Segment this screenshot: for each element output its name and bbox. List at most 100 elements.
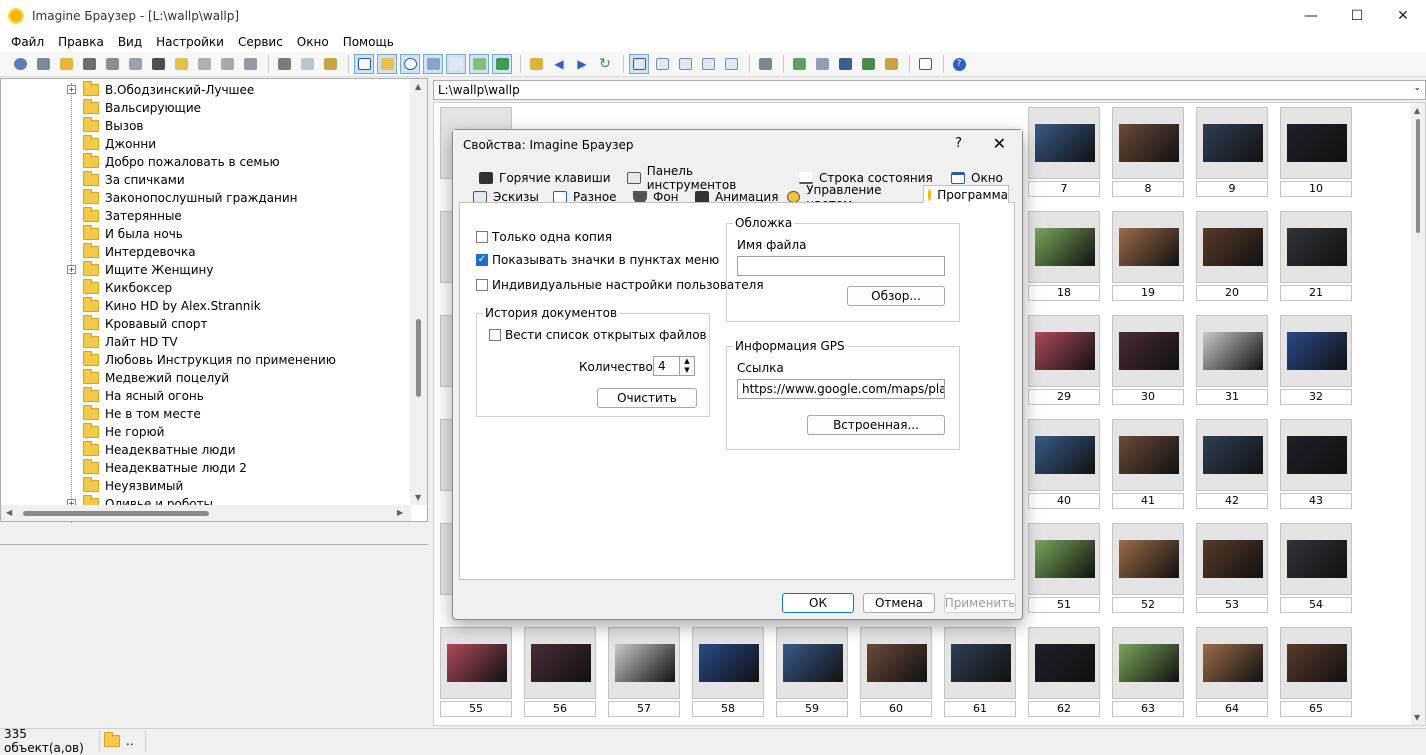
up-folder-icon[interactable] [526, 54, 546, 74]
thumbnail-label[interactable]: 9 [1196, 181, 1268, 197]
tree-item[interactable]: За спичками [83, 171, 185, 189]
tree-item[interactable]: Кино HD by Alex.Strannik [83, 297, 261, 315]
stepper-down-icon[interactable]: ▼ [680, 366, 694, 375]
maximize-button[interactable]: ☐ [1334, 0, 1380, 32]
tree-item[interactable]: Не горюй [83, 423, 164, 441]
thumbnail[interactable] [1196, 419, 1268, 491]
properties-icon[interactable] [240, 54, 260, 74]
scroll-right-icon[interactable]: ▶ [397, 508, 403, 517]
tree-item[interactable]: Интердевочка [83, 243, 196, 261]
checkbox[interactable] [476, 279, 488, 291]
thumbnails-view-icon[interactable] [629, 54, 649, 74]
individual-settings-checkbox[interactable]: Индивидуальные настройки пользователя [476, 278, 764, 292]
thumbnail-label[interactable]: 56 [524, 701, 596, 717]
tree-item[interactable]: Вальсирующие [83, 99, 201, 117]
monitor-icon[interactable] [835, 54, 855, 74]
thumbnail[interactable] [1196, 627, 1268, 699]
tree-item[interactable]: Любовь Инструкция по применению [83, 351, 336, 369]
tree-item[interactable]: Ищите Женщину [83, 261, 213, 279]
thumbnail[interactable] [1196, 107, 1268, 179]
menu-settings[interactable]: Настройки [149, 35, 231, 49]
details-view-icon[interactable] [721, 54, 741, 74]
builtin-button[interactable]: Встроенная... [807, 415, 945, 435]
tree-item[interactable]: На ясный огонь [83, 387, 204, 405]
link-input[interactable]: https://www.google.com/maps/place/<LA [737, 379, 945, 399]
thumbnail-label[interactable]: 20 [1196, 285, 1268, 301]
thumbnail-label[interactable]: 59 [776, 701, 848, 717]
single-instance-checkbox[interactable]: Только одна копия [476, 230, 612, 244]
menu-help[interactable]: Помощь [336, 35, 401, 49]
close-window-button[interactable]: ✕ [1380, 0, 1426, 32]
tree-vscroll-thumb[interactable] [416, 319, 421, 397]
thumbnail[interactable] [1196, 315, 1268, 387]
chevron-down-icon[interactable]: ⌄ [1413, 83, 1421, 93]
tree-item[interactable]: И была ночь [83, 225, 183, 243]
tree-hscroll-thumb[interactable] [23, 511, 209, 516]
scroll-up-icon[interactable]: ▲ [1414, 106, 1420, 115]
checkbox[interactable] [489, 329, 501, 341]
thumbnail[interactable] [1028, 211, 1100, 283]
thumbnail[interactable] [1112, 419, 1184, 491]
thumbnail[interactable] [1280, 523, 1352, 595]
large-icons-view-icon[interactable] [652, 54, 672, 74]
thumbnail[interactable] [1196, 211, 1268, 283]
folder-tree[interactable]: + В.Ободзинский-Лучшее Вальсирующие Вызов Дж… [0, 78, 428, 523]
scroll-up-icon[interactable]: ▲ [415, 82, 421, 91]
tree-item[interactable]: Вызов [83, 117, 144, 135]
scroll-left-icon[interactable]: ◀ [6, 508, 12, 517]
thumbnail-label[interactable]: 43 [1280, 493, 1352, 509]
tree-expand-icon[interactable]: + [67, 265, 76, 274]
thumbnail[interactable] [1028, 419, 1100, 491]
tree-item[interactable]: Лайт HD TV [83, 333, 178, 351]
small-icons-view-icon[interactable] [675, 54, 695, 74]
tree-expand-icon[interactable]: + [67, 85, 76, 94]
thumbnail[interactable] [1280, 315, 1352, 387]
help-button[interactable]: ? [955, 136, 962, 151]
thumbs-vertical-scrollbar[interactable]: ▲ ▼ [1411, 103, 1425, 725]
show-menu-icons-checkbox[interactable]: ✓ Показывать значки в пунктах меню [476, 253, 719, 267]
thumbnail-label[interactable]: 57 [608, 701, 680, 717]
tab-toolbar[interactable]: Панель инструментов [623, 164, 783, 192]
scroll-down-icon[interactable]: ▼ [415, 493, 421, 502]
paste-icon[interactable] [320, 54, 340, 74]
keep-history-checkbox[interactable]: Вести список открытых файлов [489, 328, 707, 342]
thumbnail[interactable] [944, 627, 1016, 699]
thumbnail-label[interactable]: 62 [1028, 701, 1100, 717]
thumbnail[interactable] [1112, 107, 1184, 179]
tree-item[interactable]: Неадекватные люди [83, 441, 236, 459]
tree-vertical-scrollbar[interactable]: ▲ ▼ [410, 79, 427, 505]
thumbnail[interactable] [1280, 419, 1352, 491]
thumbnail[interactable] [440, 627, 512, 699]
tree-item[interactable]: Кровавый спорт [83, 315, 207, 333]
tree-item[interactable]: Затерянные [83, 207, 182, 225]
thumbnail[interactable] [1112, 211, 1184, 283]
thumbnail-label[interactable]: 7 [1028, 181, 1100, 197]
thumbnail-label[interactable]: 61 [944, 701, 1016, 717]
thumbnail-label[interactable]: 55 [440, 701, 512, 717]
print-icon[interactable] [102, 54, 122, 74]
tree-item[interactable]: Кикбоксер [83, 279, 172, 297]
preview-pane-icon[interactable] [469, 54, 489, 74]
new-folder-icon[interactable] [171, 54, 191, 74]
thumbnail-label[interactable]: 52 [1112, 597, 1184, 613]
thumbnail-label[interactable]: 10 [1280, 181, 1352, 197]
grid-view-icon[interactable] [446, 54, 466, 74]
thumbnail[interactable] [1280, 627, 1352, 699]
screen-capture-icon[interactable] [858, 54, 878, 74]
options-icon[interactable] [915, 54, 935, 74]
cut-icon[interactable] [274, 54, 294, 74]
stepper-up-icon[interactable]: ▲ [680, 357, 694, 366]
save-icon[interactable] [79, 54, 99, 74]
thumbnail[interactable] [1112, 523, 1184, 595]
thumbnail-label[interactable]: 60 [860, 701, 932, 717]
tree-item[interactable]: Медвежий поцелуй [83, 369, 229, 387]
browse-button[interactable]: Обзор... [847, 286, 945, 306]
thumbnail-label[interactable]: 32 [1280, 389, 1352, 405]
tree-item[interactable]: Джонни [83, 135, 156, 153]
list-icon[interactable] [125, 54, 145, 74]
thumbnail[interactable] [1280, 211, 1352, 283]
thumbnail[interactable] [1112, 627, 1184, 699]
thumbnail-label[interactable]: 65 [1280, 701, 1352, 717]
thumbnail[interactable] [860, 627, 932, 699]
history-icon[interactable] [400, 54, 420, 74]
